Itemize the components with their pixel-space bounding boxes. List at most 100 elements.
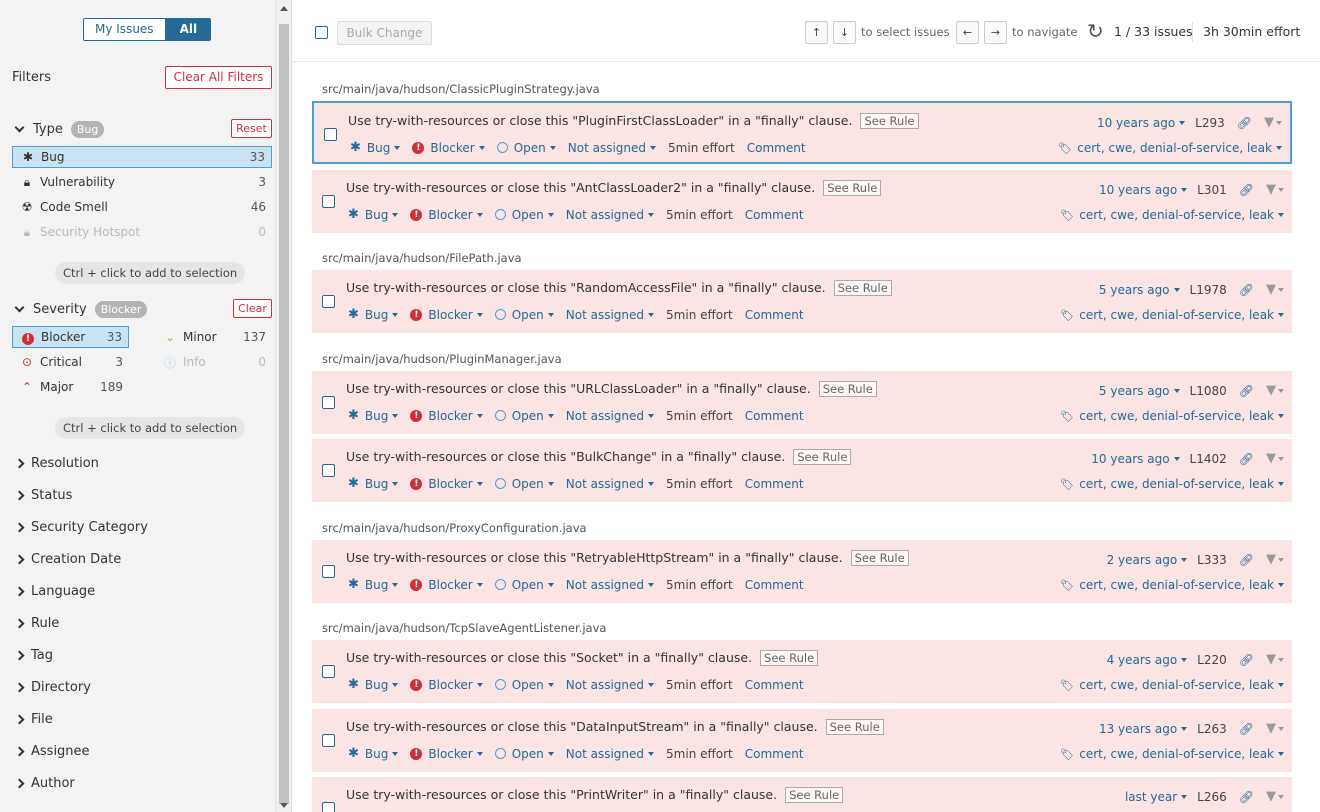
issue-message-text[interactable]: Use try-with-resources or close this "So… (346, 650, 752, 665)
scroll-up-icon[interactable] (280, 6, 288, 11)
issue-tags-dropdown[interactable]: 🏷︎ cert, cwe, denial-of-service, leak (1060, 409, 1284, 423)
issue-status-dropdown[interactable]: Open (494, 678, 554, 692)
facet-tag[interactable]: Tag (14, 648, 53, 663)
facet-rule[interactable]: Rule (14, 616, 59, 631)
issue-message-text[interactable]: Use try-with-resources or close this "UR… (346, 381, 811, 396)
issue-assignee-dropdown[interactable]: Not assigned (566, 409, 655, 423)
my-issues-button[interactable]: My Issues (83, 18, 166, 41)
issue-assignee-dropdown[interactable]: Not assigned (566, 578, 655, 592)
bulk-change-button[interactable]: Bulk Change (337, 21, 432, 45)
issue-card[interactable]: Use try-with-resources or close this "So… (312, 640, 1292, 703)
issue-card[interactable]: Use try-with-resources or close this "UR… (312, 371, 1292, 434)
issue-checkbox[interactable] (322, 665, 335, 678)
facet-item-info[interactable]: ⓘ Info 0 (155, 351, 272, 373)
permalink-icon[interactable]: 🔗︎ (1239, 722, 1254, 736)
facet-item-blocker[interactable]: ! Blocker 33 (12, 326, 129, 348)
issue-age-dropdown[interactable]: 10 years ago (1091, 452, 1180, 466)
issue-severity-dropdown[interactable]: ! Blocker (410, 409, 483, 423)
issue-message-text[interactable]: Use try-with-resources or close this "An… (346, 180, 815, 195)
issue-type-dropdown[interactable]: ✱ Bug (348, 408, 399, 423)
issue-tags-dropdown[interactable]: 🏷︎ cert, cwe, denial-of-service, leak (1058, 141, 1282, 155)
issue-age-dropdown[interactable]: 13 years ago (1099, 722, 1188, 736)
filter-icon[interactable]: ▼ (1266, 652, 1284, 667)
reload-icon[interactable]: ↻ (1087, 19, 1104, 43)
permalink-icon[interactable]: 🔗︎ (1239, 452, 1254, 466)
issue-assignee-dropdown[interactable]: Not assigned (568, 141, 657, 155)
clear-all-filters-button[interactable]: Clear All Filters (165, 66, 272, 89)
issue-comment-link[interactable]: Comment (747, 141, 806, 155)
issue-message-text[interactable]: Use try-with-resources or close this "Pr… (346, 787, 777, 802)
issue-checkbox[interactable] (322, 295, 335, 308)
issue-card[interactable]: Use try-with-resources or close this "Pl… (312, 101, 1292, 164)
facet-security-category[interactable]: Security Category (14, 520, 148, 535)
issue-card[interactable]: Use try-with-resources or close this "Ra… (312, 270, 1292, 333)
see-rule-button[interactable]: See Rule (850, 550, 909, 566)
filter-icon[interactable]: ▼ (1266, 451, 1284, 466)
facet-item-major[interactable]: ⌃ Major 189 (12, 376, 129, 398)
facet-author[interactable]: Author (14, 776, 75, 791)
see-rule-button[interactable]: See Rule (833, 280, 892, 296)
filter-icon[interactable]: ▼ (1266, 552, 1284, 567)
issue-type-dropdown[interactable]: ✱ Bug (348, 746, 399, 761)
issue-severity-dropdown[interactable]: ! Blocker (410, 747, 483, 761)
facet-item-bug[interactable]: ✱ Bug 33 (12, 146, 272, 168)
issue-message[interactable]: Use try-with-resources or close this "Pr… (346, 787, 844, 803)
issue-comment-link[interactable]: Comment (745, 678, 804, 692)
facet-item-vulnerability[interactable]: 🔒︎ Vulnerability 3 (12, 171, 272, 193)
issue-severity-dropdown[interactable]: ! Blocker (412, 141, 485, 155)
issue-message-text[interactable]: Use try-with-resources or close this "Pl… (348, 113, 852, 128)
facet-directory[interactable]: Directory (14, 680, 91, 695)
permalink-icon[interactable]: 🔗︎ (1239, 653, 1254, 667)
issue-severity-dropdown[interactable]: ! Blocker (410, 477, 483, 491)
issue-type-dropdown[interactable]: ✱ Bug (348, 207, 399, 222)
issue-comment-link[interactable]: Comment (745, 747, 804, 761)
facet-item-minor[interactable]: ⌄ Minor 137 (155, 326, 272, 348)
issue-tags-dropdown[interactable]: 🏷︎ cert, cwe, denial-of-service, leak (1060, 747, 1284, 761)
facet-language[interactable]: Language (14, 584, 95, 599)
issue-card[interactable]: Use try-with-resources or close this "Re… (312, 540, 1292, 603)
issue-type-dropdown[interactable]: ✱ Bug (348, 677, 399, 692)
issue-card[interactable]: Use try-with-resources or close this "Pr… (312, 777, 1292, 812)
facet-creation-date[interactable]: Creation Date (14, 552, 121, 567)
issue-assignee-dropdown[interactable]: Not assigned (566, 308, 655, 322)
issue-age-dropdown[interactable]: 5 years ago (1099, 283, 1180, 297)
see-rule-button[interactable]: See Rule (793, 449, 852, 465)
issue-status-dropdown[interactable]: Open (494, 208, 554, 222)
issue-age-dropdown[interactable]: 10 years ago (1097, 116, 1186, 130)
issue-comment-link[interactable]: Comment (745, 208, 804, 222)
see-rule-button[interactable]: See Rule (785, 787, 844, 803)
issue-tags-dropdown[interactable]: 🏷︎ cert, cwe, denial-of-service, leak (1060, 678, 1284, 692)
scroll-down-icon[interactable] (280, 803, 288, 808)
issue-status-dropdown[interactable]: Open (494, 308, 554, 322)
issue-age-dropdown[interactable]: 4 years ago (1107, 653, 1188, 667)
permalink-icon[interactable]: 🔗︎ (1239, 553, 1254, 567)
issue-message[interactable]: Use try-with-resources or close this "Da… (346, 719, 884, 735)
filter-icon[interactable]: ▼ (1266, 383, 1284, 398)
issue-age-dropdown[interactable]: 5 years ago (1099, 384, 1180, 398)
facet-item-code-smell[interactable]: ☢ Code Smell 46 (12, 196, 272, 218)
issue-assignee-dropdown[interactable]: Not assigned (566, 477, 655, 491)
issue-tags-dropdown[interactable]: 🏷︎ cert, cwe, denial-of-service, leak (1060, 208, 1284, 222)
issue-type-dropdown[interactable]: ✱ Bug (348, 577, 399, 592)
filter-icon[interactable]: ▼ (1266, 789, 1284, 804)
issue-severity-dropdown[interactable]: ! Blocker (410, 208, 483, 222)
issue-checkbox[interactable] (322, 195, 335, 208)
issue-tags-dropdown[interactable]: 🏷︎ cert, cwe, denial-of-service, leak (1060, 578, 1284, 592)
issue-age-dropdown[interactable]: last year (1125, 790, 1188, 804)
facet-file[interactable]: File (14, 712, 53, 727)
permalink-icon[interactable]: 🔗︎ (1239, 384, 1254, 398)
issue-status-dropdown[interactable]: Open (494, 747, 554, 761)
issue-message-text[interactable]: Use try-with-resources or close this "Re… (346, 550, 843, 565)
issue-age-dropdown[interactable]: 10 years ago (1099, 183, 1188, 197)
issue-message[interactable]: Use try-with-resources or close this "An… (346, 180, 882, 196)
see-rule-button[interactable]: See Rule (860, 113, 919, 129)
issue-severity-dropdown[interactable]: ! Blocker (410, 678, 483, 692)
issue-checkbox[interactable] (322, 565, 335, 578)
issue-message[interactable]: Use try-with-resources or close this "UR… (346, 381, 877, 397)
issue-message-text[interactable]: Use try-with-resources or close this "Ra… (346, 280, 826, 295)
issue-tags-dropdown[interactable]: 🏷︎ cert, cwe, denial-of-service, leak (1060, 477, 1284, 491)
facet-assignee[interactable]: Assignee (14, 744, 90, 759)
filter-icon[interactable]: ▼ (1264, 115, 1282, 130)
facet-resolution[interactable]: Resolution (14, 456, 99, 471)
scrollbar-thumb[interactable] (279, 24, 289, 804)
